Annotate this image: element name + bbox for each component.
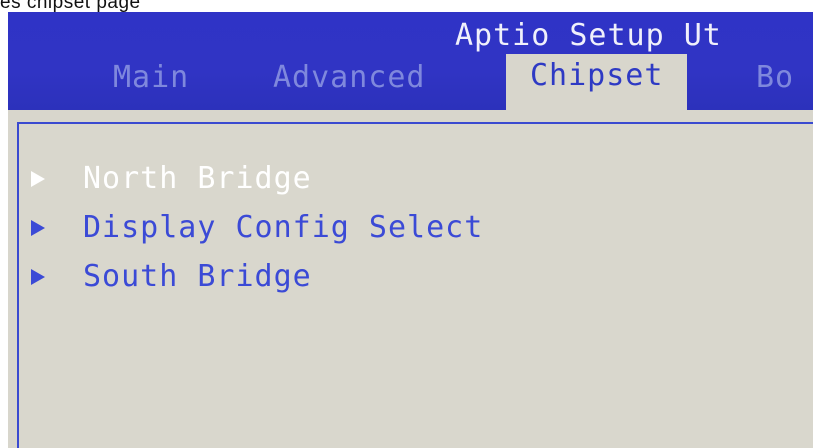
photo-caption: es chipset page [0,0,141,13]
submenu-arrow-icon [31,268,45,285]
header-bar: Aptio Setup Ut Main Advanced Chipset Bo [8,12,813,110]
bios-screen: Aptio Setup Ut Main Advanced Chipset Bo … [8,12,813,448]
menu-item-south-bridge[interactable]: South Bridge [31,252,483,301]
tab-advanced[interactable]: Advanced [273,60,426,95]
submenu-list: North Bridge Display Config Select South… [31,154,483,301]
tab-boot[interactable]: Bo [756,60,794,95]
menu-item-north-bridge[interactable]: North Bridge [31,154,483,203]
photo-of-bios-screen: es chipset page Aptio Setup Ut Main Adva… [0,0,813,448]
app-title: Aptio Setup Ut [455,18,722,53]
menu-item-label: Display Config Select [83,210,484,245]
menu-item-display-config-select[interactable]: Display Config Select [31,203,483,252]
content-panel: North Bridge Display Config Select South… [17,122,813,448]
submenu-arrow-icon [31,219,45,236]
tab-main[interactable]: Main [113,60,189,95]
edge-glare [0,228,5,234]
tab-chipset[interactable]: Chipset [506,54,688,110]
submenu-arrow-icon [31,170,45,187]
menu-item-label: North Bridge [83,161,312,196]
menu-item-label: South Bridge [83,259,312,294]
